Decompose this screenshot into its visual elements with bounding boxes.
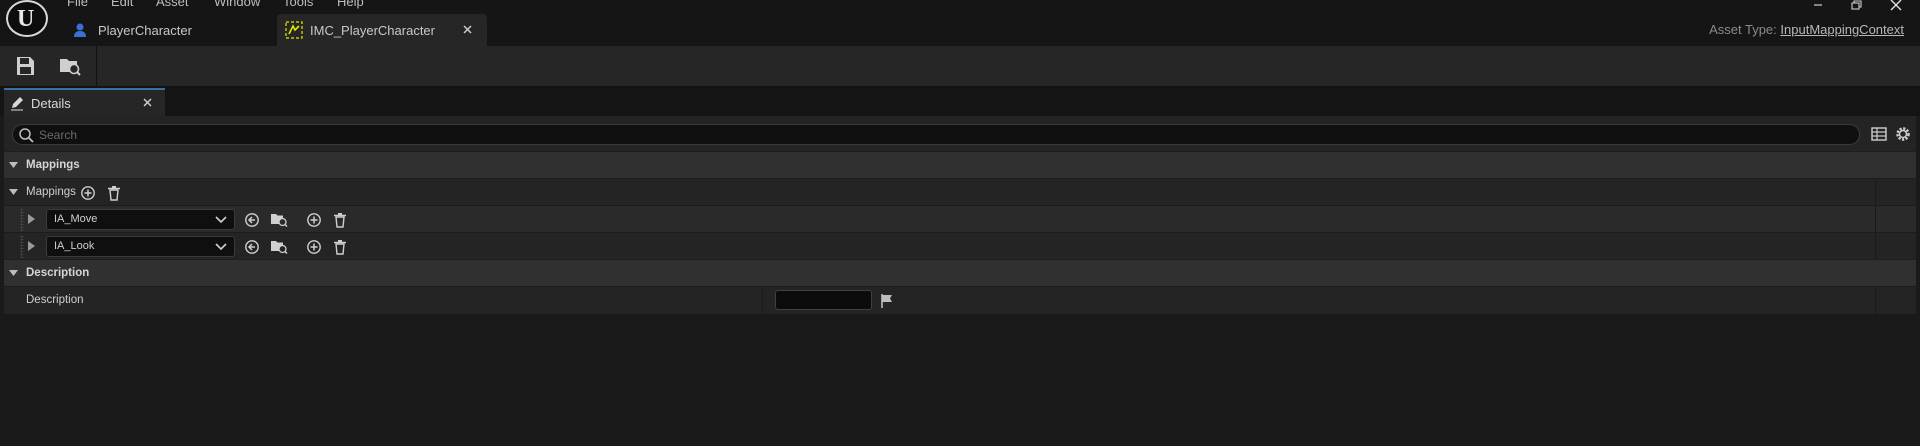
mappings-array-row: Mappings xyxy=(4,178,1916,206)
menu-tools[interactable]: Tools xyxy=(283,0,313,9)
chevron-down-icon xyxy=(215,243,227,251)
pencil-icon xyxy=(9,95,25,111)
search-input[interactable] xyxy=(39,127,1839,142)
asset-type-link[interactable]: InputMappingContext xyxy=(1780,22,1904,37)
menu-file[interactable]: File xyxy=(67,0,88,9)
tab-label: PlayerCharacter xyxy=(98,23,192,38)
toolbar-divider xyxy=(96,46,97,86)
drag-handle[interactable] xyxy=(20,235,24,258)
blueprint-icon xyxy=(72,22,88,38)
category-description[interactable]: Description xyxy=(4,259,1916,286)
asset-type-label: Asset Type: xyxy=(1709,22,1777,37)
delete-icon[interactable] xyxy=(106,185,122,201)
reset-arrow-icon[interactable] xyxy=(244,212,260,228)
mapping-row: IA_Look xyxy=(4,232,1916,260)
browse-icon[interactable] xyxy=(270,211,288,227)
tab-player-character[interactable]: PlayerCharacter xyxy=(60,14,276,46)
property-label: Mappings xyxy=(26,186,76,198)
mapping-row: IA_Move xyxy=(4,205,1916,233)
action-combo[interactable]: IA_Move xyxy=(46,209,235,230)
column-divider xyxy=(1875,287,1876,314)
delete-icon[interactable] xyxy=(332,212,348,228)
tab-label: IMC_PlayerCharacter xyxy=(310,23,435,38)
minimize-icon[interactable] xyxy=(1808,0,1828,12)
input-mapping-icon xyxy=(285,21,303,39)
column-divider xyxy=(762,287,763,314)
drag-handle[interactable] xyxy=(20,208,24,231)
menu-asset[interactable]: Asset xyxy=(156,0,189,9)
chevron-down-icon[interactable] xyxy=(9,162,19,170)
chevron-down-icon[interactable] xyxy=(9,189,19,197)
description-row: Description xyxy=(4,286,1916,314)
search-icon xyxy=(18,127,34,143)
action-combo[interactable]: IA_Look xyxy=(46,236,235,257)
chevron-right-icon[interactable] xyxy=(28,214,36,224)
close-tab-icon[interactable] xyxy=(142,97,154,109)
column-divider xyxy=(1875,206,1876,233)
property-label: Description xyxy=(26,294,84,306)
unreal-logo-icon[interactable]: U xyxy=(6,0,48,37)
restore-icon[interactable] xyxy=(1847,0,1867,12)
menu-help[interactable]: Help xyxy=(337,0,364,9)
menu-window[interactable]: Window xyxy=(214,0,260,9)
column-divider xyxy=(1875,179,1876,206)
flag-icon[interactable] xyxy=(880,293,894,309)
search-box[interactable] xyxy=(12,124,1860,145)
table-view-icon[interactable] xyxy=(1870,125,1888,143)
description-field[interactable] xyxy=(775,290,872,310)
delete-icon[interactable] xyxy=(332,239,348,255)
category-label: Mappings xyxy=(26,159,80,171)
reset-arrow-icon[interactable] xyxy=(244,239,260,255)
close-tab-icon[interactable] xyxy=(462,24,474,36)
toolbar xyxy=(0,46,1920,86)
menu-edit[interactable]: Edit xyxy=(111,0,133,9)
chevron-down-icon xyxy=(215,216,227,224)
add-icon[interactable] xyxy=(80,185,96,201)
action-value: IA_Move xyxy=(54,213,98,225)
asset-type-info: Asset Type: InputMappingContext xyxy=(1709,22,1904,37)
panel-tab-strip xyxy=(0,86,1920,116)
chevron-down-icon[interactable] xyxy=(9,270,19,278)
category-label: Description xyxy=(26,267,90,279)
column-divider xyxy=(1875,233,1876,260)
browse-icon[interactable] xyxy=(58,55,82,77)
category-mappings[interactable]: Mappings xyxy=(4,151,1916,178)
details-tab-label: Details xyxy=(31,96,71,111)
action-value: IA_Look xyxy=(54,240,95,252)
gear-icon[interactable] xyxy=(1894,125,1912,143)
browse-icon[interactable] xyxy=(270,238,288,254)
save-icon[interactable] xyxy=(14,55,36,77)
tab-details[interactable]: Details xyxy=(4,88,165,116)
tab-imc-player-character[interactable]: IMC_PlayerCharacter xyxy=(277,14,487,46)
chevron-right-icon[interactable] xyxy=(28,241,36,251)
close-icon[interactable] xyxy=(1886,0,1906,12)
add-icon[interactable] xyxy=(306,239,322,255)
add-icon[interactable] xyxy=(306,212,322,228)
